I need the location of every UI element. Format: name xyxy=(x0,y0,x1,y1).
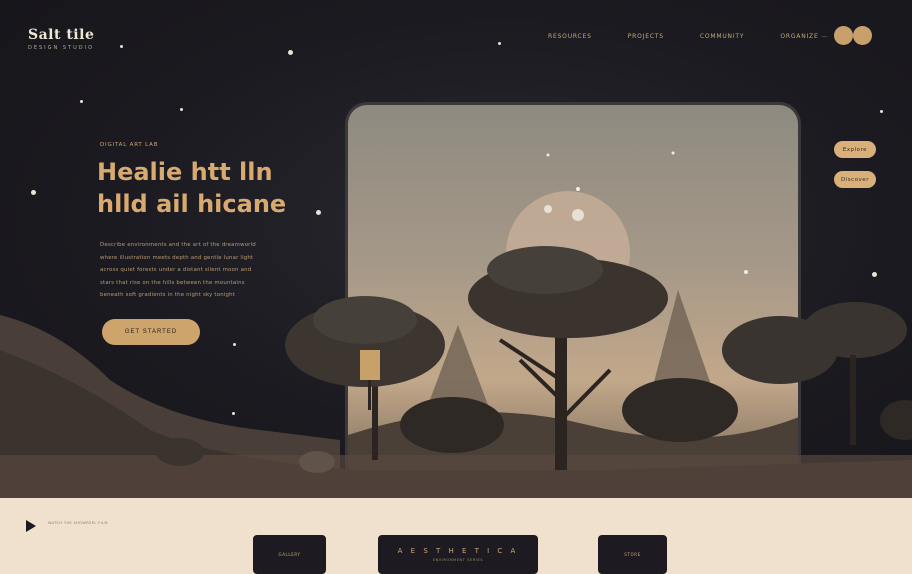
nav-item-2[interactable]: PROJECTS xyxy=(628,33,664,40)
nav-dash: — xyxy=(821,33,829,40)
paragraph-line: beneath soft gradients in the night sky … xyxy=(100,292,236,298)
cta-button[interactable]: GET STARTED xyxy=(102,319,200,345)
logo[interactable]: Salt tile DESIGN STUDIO xyxy=(28,27,94,51)
hero-paragraph: Describe environments and the art of the… xyxy=(100,239,290,302)
nav-item-4[interactable]: ORGANIZE — xyxy=(780,33,828,40)
card-label: GALLERY xyxy=(278,552,301,557)
landing-page: Salt tile DESIGN STUDIO RESOURCES PROJEC… xyxy=(0,0,912,574)
play-icon[interactable] xyxy=(26,520,36,532)
paragraph-line: Describe environments and the art of the… xyxy=(100,242,256,248)
hero-section: Salt tile DESIGN STUDIO RESOURCES PROJEC… xyxy=(0,0,912,498)
logo-title: Salt tile xyxy=(28,27,95,43)
footer-card-gallery[interactable]: GALLERY xyxy=(253,535,326,574)
paragraph-line: where illustration meets depth and gentl… xyxy=(100,254,254,261)
hero-eyebrow: DIGITAL ART LAB xyxy=(100,142,159,148)
headline-line-2: hlld ail hicane xyxy=(97,190,287,218)
user-avatar-button[interactable] xyxy=(834,26,853,45)
nav-item-4-label: ORGANIZE xyxy=(780,33,819,40)
main-nav: RESOURCES PROJECTS COMMUNITY ORGANIZE — xyxy=(548,33,828,40)
footer-note: WATCH THE SHOWREEL FILM xyxy=(48,521,108,525)
footer-card-store[interactable]: STORE xyxy=(598,535,667,574)
side-pill-explore[interactable]: Explore xyxy=(834,141,876,158)
header-actions xyxy=(834,26,872,45)
nav-item-3[interactable]: COMMUNITY xyxy=(700,33,744,40)
menu-button[interactable] xyxy=(853,26,872,45)
card-title: A E S T H E T I C A xyxy=(397,547,519,555)
paragraph-line: across quiet forests under a distant sil… xyxy=(100,267,252,273)
headline-line-1: Healie htt lln xyxy=(97,158,273,186)
card-label: STORE xyxy=(624,552,641,557)
logo-subtitle: DESIGN STUDIO xyxy=(28,45,95,51)
card-subtitle: ENVIRONMENT SERIES xyxy=(432,558,484,562)
paragraph-line: stars that rise on the hills between the… xyxy=(100,279,245,286)
side-pill-discover[interactable]: Discover xyxy=(834,171,876,188)
nav-item-1[interactable]: RESOURCES xyxy=(548,33,592,40)
footer-card-featured[interactable]: A E S T H E T I C A ENVIRONMENT SERIES xyxy=(378,535,538,574)
hero-headline: Healie htt lln hlld ail hicane xyxy=(97,156,347,220)
